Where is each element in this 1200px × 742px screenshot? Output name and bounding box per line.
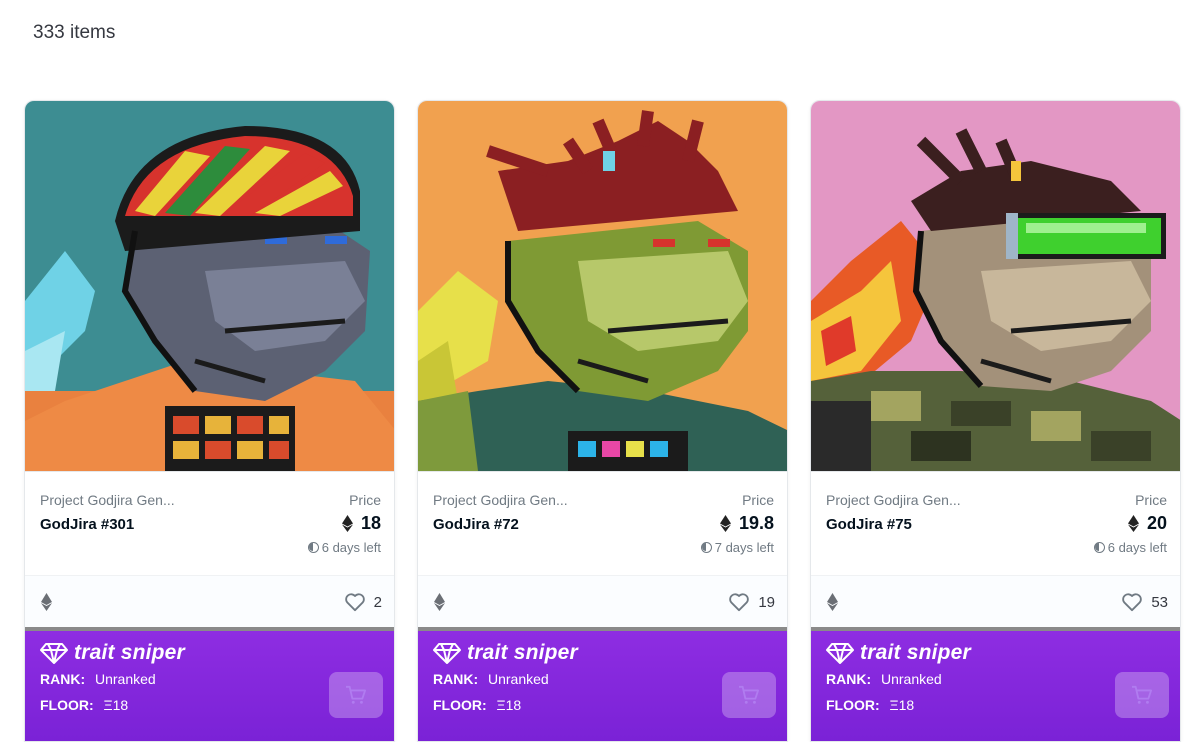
item-count: 333 items [33, 22, 116, 43]
price-value: 19.8 [738, 513, 774, 533]
floor-label: FLOOR: [40, 697, 94, 713]
favorite-button[interactable]: 2 [344, 592, 382, 612]
cart-icon [1132, 685, 1152, 704]
card-info: Project Godjira Gen... GodJira #301 Pric… [25, 471, 394, 575]
price: 20 [1127, 513, 1167, 534]
trait-sniper-brand: trait sniper [467, 641, 578, 664]
add-to-cart-button[interactable] [1115, 672, 1169, 718]
rank-label: RANK: [40, 671, 86, 687]
floor-row: FLOOR: Ξ18 [433, 697, 521, 713]
add-to-cart-button[interactable] [329, 672, 383, 718]
like-count: 2 [373, 593, 382, 611]
trait-sniper-panel: trait sniper RANK: Unranked FLOOR: Ξ18 [25, 631, 394, 741]
rank-row: RANK: Unranked [433, 671, 549, 687]
favorite-button[interactable]: 53 [1121, 592, 1168, 612]
nft-image[interactable] [418, 101, 787, 471]
ethereum-icon [1127, 515, 1139, 532]
card-info: Project Godjira Gen... GodJira #72 Price… [418, 471, 787, 575]
time-left-text: 6 days left [321, 540, 381, 555]
rank-value: Unranked [881, 671, 942, 687]
trait-sniper-title[interactable]: trait sniper [826, 641, 971, 665]
rank-row: RANK: Unranked [826, 671, 942, 687]
add-to-cart-button[interactable] [722, 672, 776, 718]
heart-icon [1122, 593, 1143, 612]
price-label: Price [742, 492, 774, 508]
price-label: Price [349, 492, 381, 508]
ethereum-icon [434, 593, 445, 611]
price-value: 20 [1146, 513, 1167, 533]
ethereum-icon [341, 515, 353, 532]
nft-image[interactable] [811, 101, 1180, 471]
time-left: 6 days left [1093, 540, 1167, 555]
floor-value: Ξ18 [889, 697, 915, 713]
trait-sniper-title[interactable]: trait sniper [433, 641, 578, 665]
floor-value: Ξ18 [103, 697, 129, 713]
trait-sniper-brand: trait sniper [74, 641, 185, 664]
rank-label: RANK: [826, 671, 872, 687]
collection-name[interactable]: Project Godjira Gen... [433, 492, 568, 508]
cart-icon [739, 685, 759, 704]
card-footer: 53 [811, 575, 1180, 627]
rank-value: Unranked [488, 671, 549, 687]
trait-sniper-brand: trait sniper [860, 641, 971, 664]
card-footer: 19 [418, 575, 787, 627]
clock-icon [700, 542, 712, 553]
item-name[interactable]: GodJira #75 [826, 516, 912, 533]
favorite-button[interactable]: 19 [728, 592, 775, 612]
ethereum-icon [827, 593, 838, 611]
like-count: 53 [1151, 593, 1168, 611]
floor-value: Ξ18 [496, 697, 522, 713]
price-value: 18 [360, 513, 381, 533]
ethereum-icon [41, 593, 52, 611]
time-left-text: 6 days left [1107, 540, 1167, 555]
collection-name[interactable]: Project Godjira Gen... [826, 492, 961, 508]
nft-image[interactable] [25, 101, 394, 471]
rank-row: RANK: Unranked [40, 671, 156, 687]
like-count: 19 [758, 593, 775, 611]
price: 18 [341, 513, 381, 534]
nft-card[interactable]: Project Godjira Gen... GodJira #72 Price… [417, 100, 788, 742]
rank-label: RANK: [433, 671, 479, 687]
diamond-icon [433, 643, 461, 664]
nft-card[interactable]: Project Godjira Gen... GodJira #301 Pric… [24, 100, 395, 742]
item-name[interactable]: GodJira #301 [40, 516, 134, 533]
diamond-icon [40, 643, 68, 664]
ethereum-icon [719, 515, 731, 532]
trait-sniper-title[interactable]: trait sniper [40, 641, 185, 665]
item-name[interactable]: GodJira #72 [433, 516, 519, 533]
trait-sniper-panel: trait sniper RANK: Unranked FLOOR: Ξ18 [811, 631, 1180, 741]
time-left: 6 days left [307, 540, 381, 555]
clock-icon [307, 542, 319, 553]
cart-icon [346, 685, 366, 704]
floor-row: FLOOR: Ξ18 [826, 697, 914, 713]
clock-icon [1093, 542, 1105, 553]
heart-icon [729, 593, 750, 612]
price-label: Price [1135, 492, 1167, 508]
card-footer: 2 [25, 575, 394, 627]
floor-row: FLOOR: Ξ18 [40, 697, 128, 713]
price: 19.8 [719, 513, 774, 534]
nft-card[interactable]: Project Godjira Gen... GodJira #75 Price… [810, 100, 1181, 742]
card-info: Project Godjira Gen... GodJira #75 Price… [811, 471, 1180, 575]
floor-label: FLOOR: [433, 697, 487, 713]
diamond-icon [826, 643, 854, 664]
trait-sniper-panel: trait sniper RANK: Unranked FLOOR: Ξ18 [418, 631, 787, 741]
collection-name[interactable]: Project Godjira Gen... [40, 492, 175, 508]
time-left: 7 days left [700, 540, 774, 555]
heart-icon [344, 593, 365, 612]
rank-value: Unranked [95, 671, 156, 687]
time-left-text: 7 days left [714, 540, 774, 555]
floor-label: FLOOR: [826, 697, 880, 713]
